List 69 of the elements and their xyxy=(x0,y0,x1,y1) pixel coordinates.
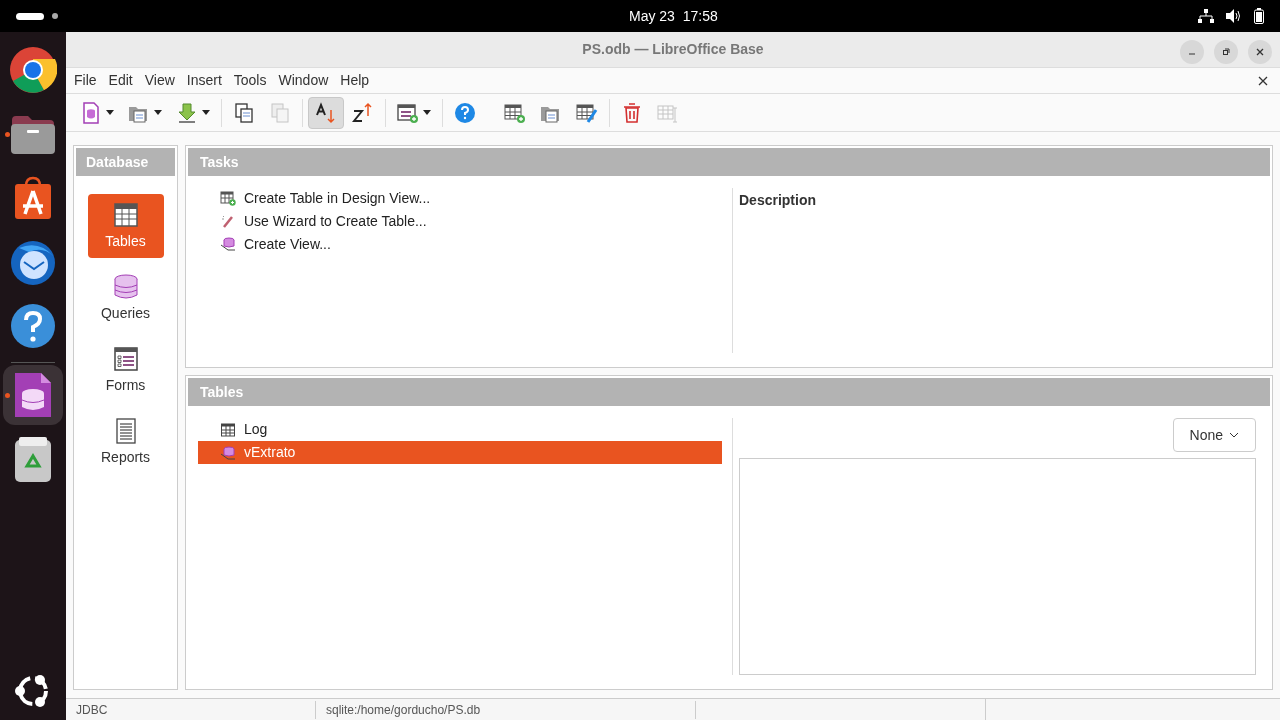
preview-dropdown[interactable]: None xyxy=(1172,418,1256,452)
view-icon xyxy=(220,236,236,252)
sort-ascending-icon xyxy=(315,101,337,124)
table-icon xyxy=(111,200,140,229)
sidebar-item[interactable]: Queries xyxy=(87,266,164,330)
download-arrow-icon xyxy=(176,101,198,124)
menu-item[interactable]: Edit xyxy=(102,70,139,91)
toolbar-button[interactable] xyxy=(308,96,344,129)
menu-item[interactable]: Tools xyxy=(227,70,273,91)
network-icon[interactable] xyxy=(1198,9,1214,23)
close-document-icon[interactable] xyxy=(1258,75,1268,86)
table-icon xyxy=(220,421,236,438)
database-document-icon xyxy=(80,101,102,124)
dock-item[interactable] xyxy=(3,365,63,425)
chrome-icon xyxy=(9,46,57,94)
database-app-icon xyxy=(13,371,53,419)
help-icon xyxy=(454,101,476,124)
caret-icon xyxy=(154,110,162,115)
task-link[interactable]: Create View... xyxy=(220,234,732,254)
panel-header: Tables xyxy=(188,378,1270,406)
copy-icon xyxy=(233,101,255,124)
caret-icon xyxy=(202,110,210,115)
status-field: sqlite:/home/gorducho/PS.db xyxy=(316,700,696,719)
status-field: JDBC xyxy=(66,700,316,719)
sidebar-item[interactable]: Forms xyxy=(87,338,164,402)
trash-bin-icon xyxy=(14,436,52,482)
bird-mail-icon xyxy=(9,238,57,286)
wand-icon xyxy=(220,213,236,229)
restore-icon xyxy=(1222,48,1230,56)
paste-icon xyxy=(269,101,291,124)
table-add-icon xyxy=(220,190,236,206)
table-edit-icon xyxy=(576,101,598,124)
panel-header: Tasks xyxy=(188,148,1270,176)
running-indicator xyxy=(5,393,10,398)
database-icon xyxy=(111,272,140,301)
description-label: Description xyxy=(739,192,816,208)
folder-icon xyxy=(10,114,56,154)
task-link[interactable]: Use Wizard to Create Table... xyxy=(220,211,732,231)
volume-icon[interactable] xyxy=(1226,9,1242,23)
trash-icon xyxy=(621,101,643,124)
clock[interactable]: May 23 17:58 xyxy=(629,6,718,27)
help-icon xyxy=(10,303,56,349)
sidebar-header: Database xyxy=(76,148,175,176)
table-list-item[interactable]: vExtrato xyxy=(198,441,722,464)
menu-item[interactable]: Help xyxy=(334,70,376,91)
menu-item[interactable]: File xyxy=(68,70,103,91)
menu-item[interactable]: Insert xyxy=(180,70,228,91)
sidebar-item[interactable]: Tables xyxy=(87,194,164,258)
battery-icon[interactable] xyxy=(1254,8,1264,24)
view-icon xyxy=(220,444,236,461)
caret-icon xyxy=(423,110,431,115)
form-icon xyxy=(397,101,419,124)
close-icon xyxy=(1256,48,1264,56)
window-title: PS.odb — LibreOffice Base xyxy=(582,40,764,59)
caret-icon xyxy=(106,110,114,115)
table-list-item[interactable]: Log xyxy=(198,418,722,441)
chevron-down-icon xyxy=(1229,432,1239,438)
sidebar-item[interactable]: Reports xyxy=(87,410,164,474)
workspace-indicator[interactable] xyxy=(16,12,44,20)
menu-item[interactable]: Window xyxy=(272,70,335,91)
shopping-bag-icon xyxy=(14,176,52,220)
menu-item[interactable]: View xyxy=(138,70,181,91)
running-indicator xyxy=(5,132,10,137)
form-icon xyxy=(111,344,140,373)
sort-descending-icon xyxy=(352,101,374,124)
table-add-icon xyxy=(504,101,526,124)
task-link[interactable]: Create Table in Design View... xyxy=(220,188,732,208)
restore-button[interactable] xyxy=(1214,40,1238,64)
close-button[interactable] xyxy=(1248,40,1272,64)
